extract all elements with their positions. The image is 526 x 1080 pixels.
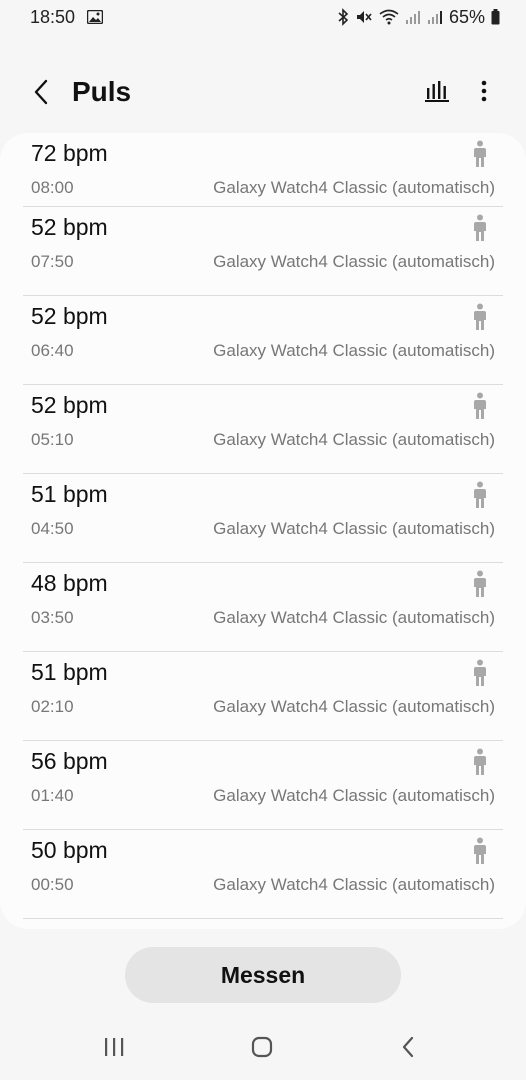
status-bar-right: 65% [337, 7, 500, 28]
record-bpm: 72 bpm [31, 140, 108, 166]
chart-view-button[interactable] [420, 76, 454, 110]
person-standing-icon [471, 214, 489, 242]
person-standing-icon [471, 837, 489, 865]
home-button[interactable] [242, 1034, 282, 1064]
more-options-button[interactable] [470, 76, 498, 110]
record-time: 07:50 [31, 252, 74, 271]
back-button[interactable] [24, 74, 58, 114]
status-bar-left: 18:50 [30, 6, 104, 28]
record-time: 04:50 [31, 519, 74, 538]
record-source: Galaxy Watch4 Classic (automatisch) [213, 252, 495, 271]
status-time: 18:50 [30, 6, 76, 27]
record-bpm: 56 bpm [31, 748, 108, 774]
wifi-icon [379, 9, 399, 25]
record-time: 02:10 [31, 697, 74, 716]
record-bpm: 52 bpm [31, 303, 108, 329]
status-bar: 18:50 65% [0, 0, 526, 34]
nav-back-button[interactable] [388, 1034, 428, 1064]
chevron-left-icon [33, 79, 49, 110]
home-icon [251, 1036, 273, 1063]
battery-icon [491, 9, 500, 25]
person-standing-icon [471, 659, 489, 687]
recent-apps-button[interactable] [94, 1034, 134, 1064]
heart-rate-record[interactable]: 52 bpm 06:40 Galaxy Watch4 Classic (auto… [0, 296, 526, 385]
record-source: Galaxy Watch4 Classic (automatisch) [213, 341, 495, 360]
bluetooth-icon [337, 8, 349, 26]
record-source: Galaxy Watch4 Classic (automatisch) [213, 786, 495, 805]
record-bpm: 52 bpm [31, 392, 108, 418]
record-time: 01:40 [31, 786, 74, 805]
heart-rate-record[interactable]: 51 bpm 02:10 Galaxy Watch4 Classic (auto… [0, 652, 526, 741]
record-bpm: 50 bpm [31, 837, 108, 863]
record-time: 05:10 [31, 430, 74, 449]
record-source: Galaxy Watch4 Classic (automatisch) [213, 875, 495, 894]
record-source: Galaxy Watch4 Classic (automatisch) [213, 519, 495, 538]
app-header: Puls [0, 60, 526, 130]
record-source: Galaxy Watch4 Classic (automatisch) [213, 697, 495, 716]
record-time: 00:50 [31, 875, 74, 894]
measure-button[interactable]: Messen [125, 947, 401, 1003]
record-bpm: 51 bpm [31, 481, 108, 507]
heart-rate-record[interactable]: 56 bpm 01:40 Galaxy Watch4 Classic (auto… [0, 741, 526, 830]
heart-rate-record[interactable]: 52 bpm 07:50 Galaxy Watch4 Classic (auto… [0, 207, 526, 296]
bar-chart-icon [425, 80, 449, 107]
record-source: Galaxy Watch4 Classic (automatisch) [213, 178, 495, 197]
heart-rate-record[interactable]: 48 bpm 03:50 Galaxy Watch4 Classic (auto… [0, 563, 526, 652]
record-bpm: 51 bpm [31, 659, 108, 685]
battery-percentage: 65% [448, 6, 485, 27]
signal-icon [405, 9, 421, 25]
heart-rate-record[interactable]: 50 bpm 00:50 Galaxy Watch4 Classic (auto… [0, 830, 526, 919]
more-vertical-icon [481, 80, 487, 107]
mute-icon [355, 8, 373, 26]
heart-rate-list: 72 bpm 08:00 Galaxy Watch4 Classic (auto… [0, 133, 526, 919]
record-bpm: 52 bpm [31, 214, 108, 240]
record-time: 08:00 [31, 178, 74, 197]
person-standing-icon [471, 481, 489, 509]
heart-rate-record[interactable]: 72 bpm 08:00 Galaxy Watch4 Classic (auto… [0, 133, 526, 207]
recent-apps-icon [103, 1037, 125, 1062]
person-standing-icon [471, 303, 489, 331]
signal-icon [427, 9, 443, 25]
record-bpm: 48 bpm [31, 570, 108, 596]
heart-rate-record[interactable]: 51 bpm 04:50 Galaxy Watch4 Classic (auto… [0, 474, 526, 563]
heart-rate-list-card: 72 bpm 08:00 Galaxy Watch4 Classic (auto… [0, 133, 526, 929]
record-source: Galaxy Watch4 Classic (automatisch) [213, 430, 495, 449]
person-standing-icon [471, 570, 489, 598]
gallery-icon [87, 10, 104, 24]
record-time: 06:40 [31, 341, 74, 360]
page-title: Puls [72, 76, 132, 107]
row-divider [23, 918, 503, 919]
person-standing-icon [471, 748, 489, 776]
back-icon [401, 1036, 415, 1063]
person-standing-icon [471, 392, 489, 420]
system-nav-bar [0, 1018, 526, 1080]
record-source: Galaxy Watch4 Classic (automatisch) [213, 608, 495, 627]
heart-rate-record[interactable]: 52 bpm 05:10 Galaxy Watch4 Classic (auto… [0, 385, 526, 474]
person-standing-icon [471, 140, 489, 168]
record-time: 03:50 [31, 608, 74, 627]
